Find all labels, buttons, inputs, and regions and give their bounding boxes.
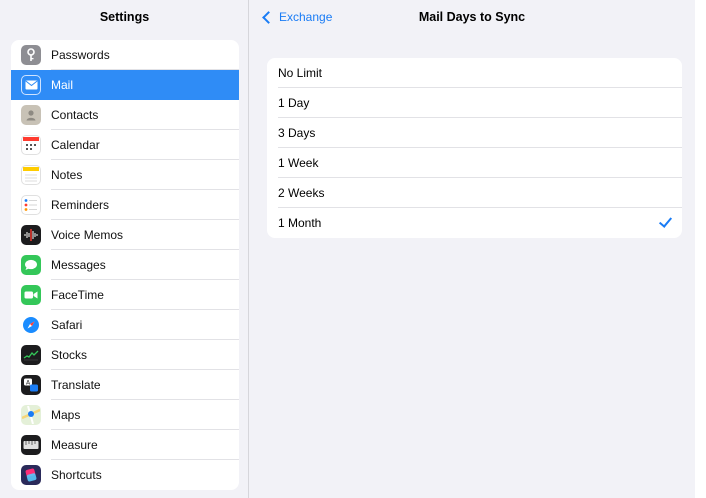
chevron-left-icon xyxy=(262,10,275,24)
sidebar-item-stocks[interactable]: Stocks xyxy=(11,340,239,370)
detail-panel: Mail Days to Sync Exchange No Limit 1 Da… xyxy=(249,0,695,498)
sync-options-list: No Limit 1 Day 3 Days 1 Week 2 Weeks 1 M… xyxy=(267,58,682,238)
option-no-limit[interactable]: No Limit xyxy=(267,58,682,88)
sidebar-item-label: Calendar xyxy=(51,138,100,152)
contacts-icon xyxy=(21,105,41,125)
facetime-icon xyxy=(21,285,41,305)
sidebar-item-shortcuts[interactable]: Shortcuts xyxy=(11,460,239,490)
reminders-icon xyxy=(21,195,41,215)
sidebar-item-mail[interactable]: Mail xyxy=(11,70,239,100)
back-label: Exchange xyxy=(279,10,333,24)
sidebar-item-contacts[interactable]: Contacts xyxy=(11,100,239,130)
option-3-days[interactable]: 3 Days xyxy=(267,118,682,148)
checkmark-icon xyxy=(658,214,673,228)
sidebar-item-label: Voice Memos xyxy=(51,228,124,242)
sidebar-item-translate[interactable]: A Translate xyxy=(11,370,239,400)
option-2-weeks[interactable]: 2 Weeks xyxy=(267,178,682,208)
right-edge xyxy=(695,0,706,498)
sidebar-item-safari[interactable]: Safari xyxy=(11,310,239,340)
sidebar-item-label: Translate xyxy=(51,378,101,392)
safari-icon xyxy=(21,315,41,335)
sidebar-item-voice-memos[interactable]: Voice Memos xyxy=(11,220,239,250)
option-1-week[interactable]: 1 Week xyxy=(267,148,682,178)
shortcuts-icon xyxy=(21,465,41,485)
option-label: 1 Week xyxy=(278,156,319,170)
option-label: 3 Days xyxy=(278,126,316,140)
option-label: 2 Weeks xyxy=(278,186,325,200)
option-1-day[interactable]: 1 Day xyxy=(267,88,682,118)
option-label: 1 Day xyxy=(278,96,310,110)
calendar-icon xyxy=(21,135,41,155)
translate-icon: A xyxy=(21,375,41,395)
measure-icon xyxy=(21,435,41,455)
option-label: No Limit xyxy=(278,66,323,80)
sidebar-item-label: Messages xyxy=(51,258,106,272)
sidebar-item-label: Measure xyxy=(51,438,98,452)
sidebar-item-maps[interactable]: Maps xyxy=(11,400,239,430)
sidebar-item-label: FaceTime xyxy=(51,288,104,302)
messages-icon xyxy=(21,255,41,275)
sidebar-item-label: Stocks xyxy=(51,348,88,362)
sidebar-item-messages[interactable]: Messages xyxy=(11,250,239,280)
sidebar-item-label: Mail xyxy=(51,78,74,92)
voice-memos-icon xyxy=(21,225,41,245)
settings-sidebar: Settings Passwords Mail Contacts Calenda… xyxy=(0,0,249,498)
sidebar-item-label: Notes xyxy=(51,168,83,182)
back-button[interactable]: Exchange xyxy=(261,8,332,26)
sidebar-item-label: Maps xyxy=(51,408,81,422)
option-1-month[interactable]: 1 Month xyxy=(267,208,682,238)
sidebar-item-measure[interactable]: Measure xyxy=(11,430,239,460)
key-icon xyxy=(21,45,41,65)
notes-icon xyxy=(21,165,41,185)
sidebar-item-calendar[interactable]: Calendar xyxy=(11,130,239,160)
settings-list: Passwords Mail Contacts Calendar Notes R… xyxy=(11,40,239,490)
sidebar-item-label: Contacts xyxy=(51,108,99,122)
sidebar-item-label: Shortcuts xyxy=(51,468,102,482)
mail-icon xyxy=(21,75,41,95)
sidebar-item-reminders[interactable]: Reminders xyxy=(11,190,239,220)
sidebar-item-notes[interactable]: Notes xyxy=(11,160,239,190)
maps-icon xyxy=(21,405,41,425)
sidebar-item-label: Safari xyxy=(51,318,83,332)
sidebar-title: Settings xyxy=(99,10,150,24)
option-label: 1 Month xyxy=(278,216,322,230)
sidebar-item-facetime[interactable]: FaceTime xyxy=(11,280,239,310)
sidebar-item-passwords[interactable]: Passwords xyxy=(11,40,239,70)
stocks-icon xyxy=(21,345,41,365)
sidebar-item-label: Passwords xyxy=(51,48,110,62)
sidebar-item-label: Reminders xyxy=(51,198,110,212)
